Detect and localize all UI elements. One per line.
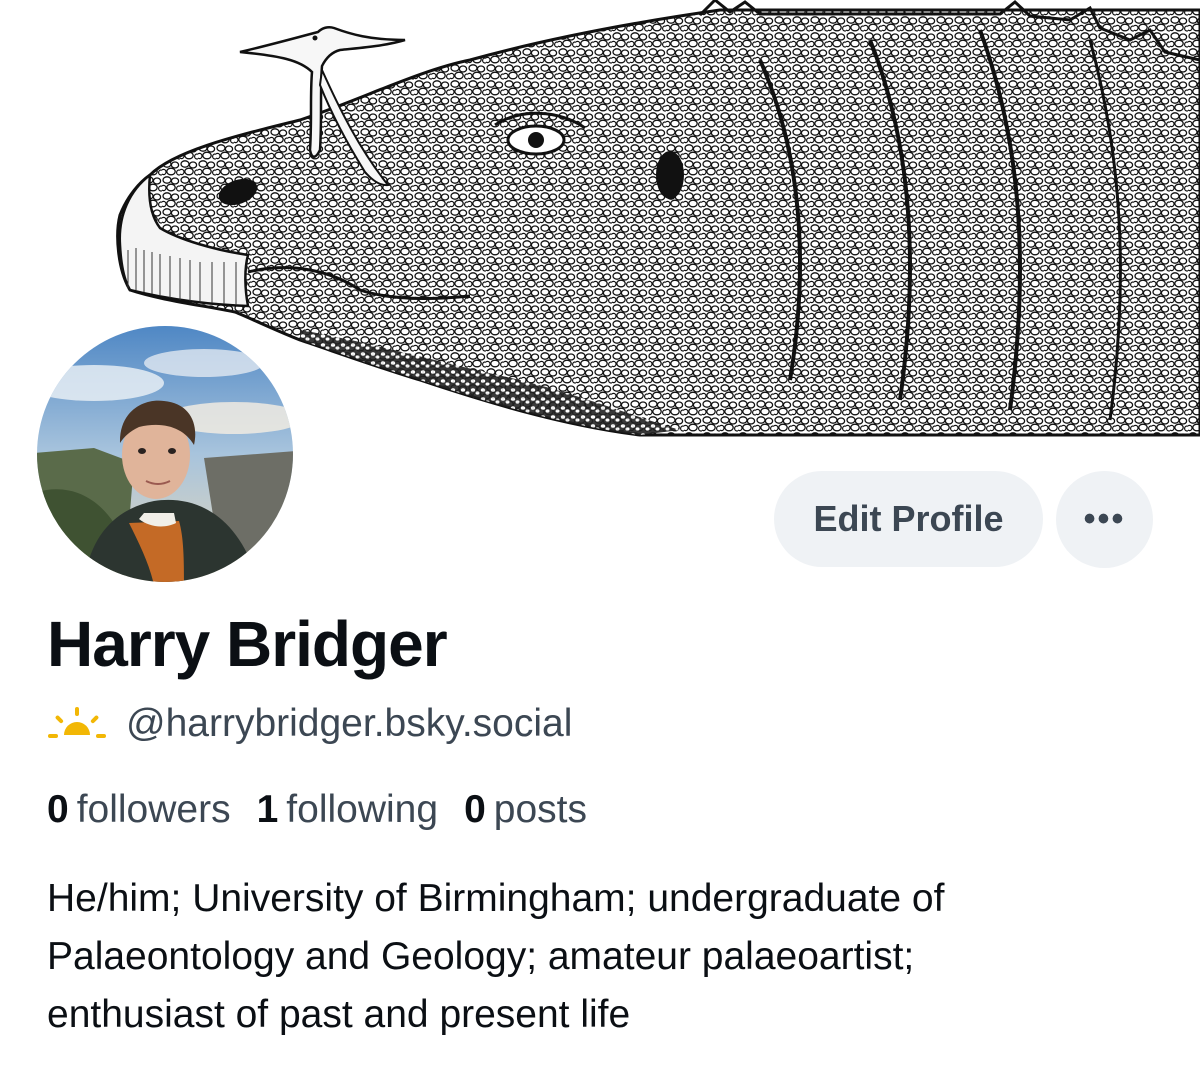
ellipsis-icon: ••• [1083, 500, 1126, 538]
edit-profile-button[interactable]: Edit Profile [774, 471, 1043, 567]
followers-link[interactable]: 0 followers [47, 784, 231, 836]
followers-label: followers [76, 788, 231, 831]
bio-line: He/him; University of Birmingham; underg… [47, 877, 945, 920]
avatar[interactable] [34, 323, 296, 585]
handle: @harrybridger.bsky.social [126, 702, 573, 745]
posts-label: posts [493, 788, 587, 831]
more-options-button[interactable]: ••• [1056, 471, 1153, 568]
posts-stat: 0 posts [464, 784, 587, 836]
bio-line: enthusiast of past and present life [47, 993, 631, 1036]
bio-line: Palaeontology and Geology; amateur palae… [47, 935, 915, 978]
followers-count: 0 [47, 788, 69, 831]
display-name: Harry Bridger [47, 608, 448, 680]
following-label: following [286, 788, 439, 831]
bio: He/him; University of Birmingham; underg… [47, 870, 1167, 1044]
handle-row: @harrybridger.bsky.social [48, 698, 572, 750]
posts-count: 0 [464, 788, 486, 831]
following-link[interactable]: 1 following [257, 784, 438, 836]
sun-rising-icon [48, 707, 106, 738]
profile-stats: 0 followers 1 following 0 posts [47, 784, 613, 836]
following-count: 1 [256, 788, 279, 831]
avatar-photo [37, 326, 293, 582]
